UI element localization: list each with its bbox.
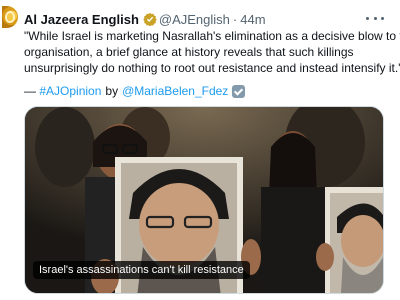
- tweet-media-image[interactable]: Israel's assassinations can't kill resis…: [24, 106, 384, 294]
- tweet-text-line: organisation, a brief glance at history …: [24, 45, 354, 59]
- timestamp[interactable]: 44m: [240, 12, 265, 27]
- verified-badge-icon: [143, 12, 157, 26]
- tweet-text: "While Israel is marketing Nasrallah's e…: [24, 28, 400, 76]
- avatar[interactable]: [2, 6, 18, 28]
- byline-dash: —: [24, 84, 36, 98]
- hashtag-link[interactable]: #AJOpinion: [39, 84, 101, 98]
- display-name[interactable]: Al Jazeera English: [24, 12, 139, 27]
- grey-affiliate-badge-icon: [232, 84, 246, 98]
- separator-dot: ·: [232, 11, 238, 27]
- byline: — #AJOpinion by @MariaBelen_Fdez: [24, 84, 246, 98]
- more-options-icon[interactable]: [366, 10, 384, 26]
- author-mention-link[interactable]: @MariaBelen_Fdez: [122, 84, 228, 98]
- tweet-text-line: unsurprisingly do nothing to root out re…: [24, 61, 400, 75]
- tweet-header: Al Jazeera English @AJEnglish · 44m: [24, 11, 266, 27]
- tweet-text-line: "While Israel is marketing Nasrallah's e…: [24, 29, 400, 43]
- media-caption: Israel's assassinations can't kill resis…: [33, 261, 250, 279]
- byline-by: by: [105, 84, 119, 98]
- al-jazeera-logo-icon: [5, 11, 15, 23]
- handle[interactable]: @AJEnglish: [159, 12, 230, 27]
